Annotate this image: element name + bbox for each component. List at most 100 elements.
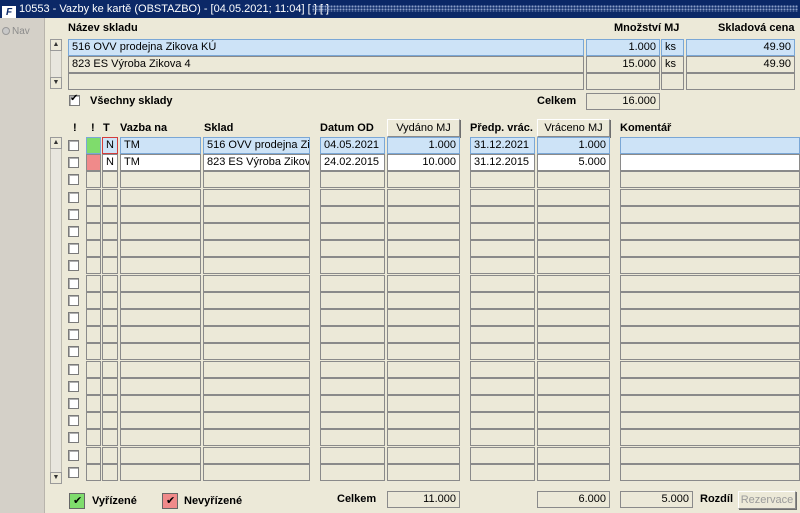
row-checkbox[interactable]: [68, 295, 79, 306]
cell-sklad[interactable]: [203, 429, 310, 446]
status-color-cell[interactable]: [86, 223, 101, 240]
cell-datum-od[interactable]: [320, 326, 385, 343]
cell-t[interactable]: [102, 257, 118, 274]
cell-vydano[interactable]: [387, 343, 460, 360]
scroll-up-icon[interactable]: ▲: [50, 137, 62, 149]
quantity-cell[interactable]: 1.000: [586, 39, 660, 56]
cell-t[interactable]: [102, 429, 118, 446]
cell-sklad[interactable]: [203, 447, 310, 464]
cell-t[interactable]: [102, 447, 118, 464]
cell-vazba[interactable]: [120, 378, 201, 395]
cell-vazba[interactable]: [120, 257, 201, 274]
issued-qty-sort-button[interactable]: Vydáno MJ: [387, 119, 460, 137]
cell-t[interactable]: N: [102, 137, 118, 154]
cell-t[interactable]: [102, 464, 118, 481]
status-color-cell[interactable]: [86, 137, 101, 154]
status-color-cell[interactable]: [86, 206, 101, 223]
cell-predp[interactable]: [470, 412, 535, 429]
cell-predp[interactable]: 31.12.2015: [470, 154, 535, 171]
row-checkbox[interactable]: [68, 192, 79, 203]
cell-vraceno[interactable]: [537, 429, 610, 446]
cell-datum-od[interactable]: [320, 206, 385, 223]
all-warehouses-checkbox[interactable]: [69, 93, 80, 106]
cell-vraceno[interactable]: 5.000: [537, 154, 610, 171]
row-checkbox[interactable]: [68, 381, 79, 392]
status-color-cell[interactable]: [86, 464, 101, 481]
cell-vazba[interactable]: [120, 292, 201, 309]
cell-vydano[interactable]: [387, 206, 460, 223]
cell-vydano[interactable]: [387, 378, 460, 395]
cell-t[interactable]: [102, 378, 118, 395]
cell-sklad[interactable]: [203, 395, 310, 412]
cell-sklad[interactable]: 823 ES Výroba Zikova 4: [203, 154, 310, 171]
row-checkbox[interactable]: [68, 432, 79, 443]
cell-sklad[interactable]: [203, 412, 310, 429]
cell-t[interactable]: [102, 292, 118, 309]
cell-vraceno[interactable]: [537, 240, 610, 257]
cell-vydano[interactable]: [387, 292, 460, 309]
cell-predp[interactable]: [470, 275, 535, 292]
cell-vazba[interactable]: [120, 171, 201, 188]
cell-vydano[interactable]: [387, 395, 460, 412]
cell-vazba[interactable]: [120, 206, 201, 223]
status-color-cell[interactable]: [86, 447, 101, 464]
cell-vraceno[interactable]: [537, 447, 610, 464]
cell-vraceno[interactable]: [537, 257, 610, 274]
cell-t[interactable]: [102, 171, 118, 188]
cell-vazba[interactable]: [120, 395, 201, 412]
status-color-cell[interactable]: [86, 154, 101, 171]
cell-t[interactable]: [102, 326, 118, 343]
cell-komentar[interactable]: [620, 240, 800, 257]
cell-vydano[interactable]: [387, 240, 460, 257]
row-checkbox[interactable]: [68, 450, 79, 461]
cell-vydano[interactable]: [387, 309, 460, 326]
cell-vazba[interactable]: [120, 240, 201, 257]
cell-predp[interactable]: [470, 326, 535, 343]
cell-vraceno[interactable]: 1.000: [537, 137, 610, 154]
cell-sklad[interactable]: [203, 343, 310, 360]
cell-sklad[interactable]: [203, 257, 310, 274]
cell-vazba[interactable]: [120, 326, 201, 343]
cell-vazba[interactable]: [120, 309, 201, 326]
warehouse-name-cell[interactable]: 823 ES Výroba Zikova 4: [68, 56, 584, 73]
row-checkbox[interactable]: [68, 398, 79, 409]
cell-vydano[interactable]: 10.000: [387, 154, 460, 171]
status-color-cell[interactable]: [86, 429, 101, 446]
row-checkbox[interactable]: [68, 278, 79, 289]
cell-sklad[interactable]: [203, 223, 310, 240]
cell-vydano[interactable]: [387, 189, 460, 206]
status-color-cell[interactable]: [86, 189, 101, 206]
cell-komentar[interactable]: [620, 154, 800, 171]
cell-komentar[interactable]: [620, 378, 800, 395]
price-cell[interactable]: [686, 73, 795, 90]
cell-t[interactable]: [102, 309, 118, 326]
cell-sklad[interactable]: [203, 309, 310, 326]
scroll-down-icon[interactable]: ▼: [50, 472, 62, 484]
cell-predp[interactable]: [470, 240, 535, 257]
cell-predp[interactable]: [470, 378, 535, 395]
cell-vraceno[interactable]: [537, 206, 610, 223]
cell-komentar[interactable]: [620, 447, 800, 464]
cell-predp[interactable]: [470, 309, 535, 326]
cell-sklad[interactable]: [203, 326, 310, 343]
row-checkbox[interactable]: [68, 157, 79, 168]
status-color-cell[interactable]: [86, 240, 101, 257]
cell-komentar[interactable]: [620, 343, 800, 360]
cell-t[interactable]: [102, 223, 118, 240]
cell-vraceno[interactable]: [537, 275, 610, 292]
status-color-cell[interactable]: [86, 292, 101, 309]
row-checkbox[interactable]: [68, 312, 79, 323]
cell-vydano[interactable]: [387, 447, 460, 464]
scroll-down-icon[interactable]: ▼: [50, 77, 62, 89]
status-color-cell[interactable]: [86, 326, 101, 343]
cell-vazba[interactable]: [120, 464, 201, 481]
cell-vraceno[interactable]: [537, 361, 610, 378]
row-checkbox[interactable]: [68, 346, 79, 357]
cell-t[interactable]: [102, 275, 118, 292]
cell-predp[interactable]: [470, 206, 535, 223]
row-checkbox[interactable]: [68, 260, 79, 271]
price-cell[interactable]: 49.90: [686, 39, 795, 56]
cell-vydano[interactable]: 1.000: [387, 137, 460, 154]
cell-komentar[interactable]: [620, 189, 800, 206]
unit-cell[interactable]: ks: [661, 56, 684, 73]
